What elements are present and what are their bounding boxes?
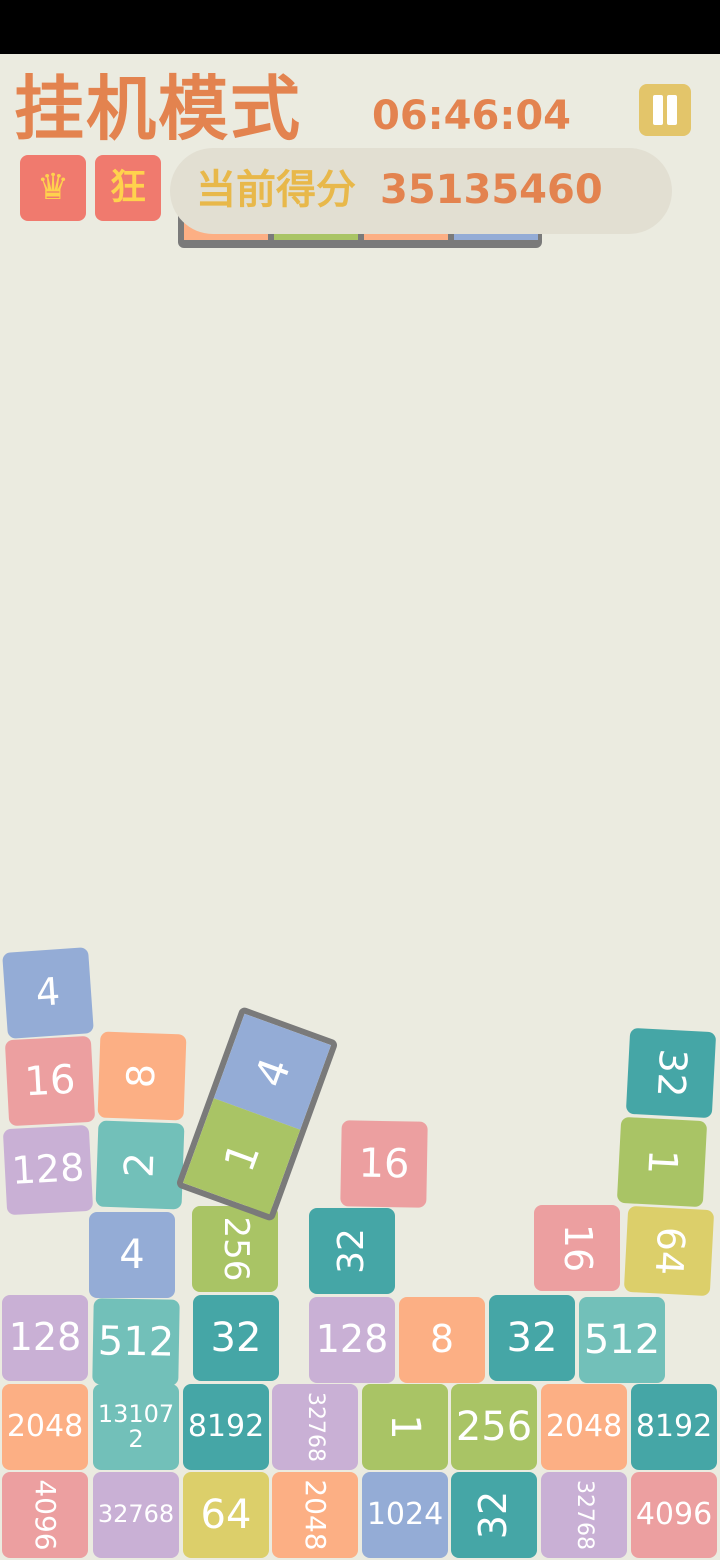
number-tile: 32 [451, 1472, 537, 1558]
tile-value: 8 [429, 1317, 455, 1362]
number-tile: 2048 [272, 1472, 358, 1558]
number-tile: 32768 [541, 1472, 627, 1558]
number-tile: 1024 [362, 1472, 448, 1558]
tile-value: 1 [638, 1148, 686, 1176]
crazy-mode-label: 狂 [109, 167, 146, 208]
number-tile: 4096 [631, 1472, 717, 1558]
tile-value: 512 [583, 1317, 661, 1363]
crazy-mode-badge-button[interactable]: 狂 [95, 155, 161, 221]
tile-value: 32 [210, 1315, 262, 1361]
tile-value: 4096 [635, 1497, 713, 1533]
number-tile: 64 [623, 1205, 715, 1297]
number-tile: 16 [340, 1120, 428, 1208]
number-tile: 32 [193, 1295, 279, 1381]
tile-value: 1 [382, 1414, 428, 1440]
tile-value: 32 [648, 1047, 696, 1099]
tile-value: 16 [555, 1223, 600, 1273]
number-tile: 128 [2, 1124, 94, 1216]
number-tile: 8192 [183, 1384, 269, 1470]
tile-value: 8 [118, 1063, 164, 1089]
crown-badge-button[interactable]: ♛ [20, 155, 86, 221]
number-tile: 32 [625, 1027, 717, 1119]
domino-top-value: 4 [244, 1050, 300, 1093]
number-tile: 512 [579, 1297, 665, 1383]
pause-icon [653, 95, 663, 125]
tile-value: 128 [8, 1315, 82, 1360]
tile-value: 16 [23, 1056, 77, 1106]
tile-value: 4 [34, 969, 62, 1015]
number-tile: 2 [95, 1120, 185, 1210]
tile-value: 2048 [545, 1409, 623, 1445]
crown-icon: ♛ [36, 167, 70, 208]
pause-icon [667, 95, 677, 125]
tile-value: 8192 [635, 1409, 713, 1445]
tile-value: 2 [116, 1151, 164, 1179]
pause-button[interactable] [639, 84, 691, 136]
tile-value: 256 [455, 1404, 533, 1450]
number-tile: 4096 [2, 1472, 88, 1558]
status-bar [0, 0, 720, 54]
domino-bottom-value: 1 [214, 1135, 270, 1178]
tile-value: 2048 [6, 1409, 84, 1445]
number-tile: 4 [89, 1212, 175, 1298]
tile-value: 8192 [187, 1409, 265, 1445]
mode-title: 挂机模式 [14, 68, 302, 150]
number-tile: 128 [2, 1295, 88, 1381]
number-tile: 32 [489, 1295, 575, 1381]
number-tile: 8 [399, 1297, 485, 1383]
number-tile: 2048 [541, 1384, 627, 1470]
number-tile: 512 [92, 1298, 180, 1386]
number-tile: 32 [309, 1208, 395, 1294]
number-tile: 16 [534, 1205, 620, 1291]
tile-value: 1024 [366, 1497, 444, 1533]
number-tile: 128 [309, 1297, 395, 1383]
tile-value: 4 [119, 1232, 145, 1278]
number-tile: 1 [362, 1384, 448, 1470]
tile-value: 32768 [571, 1480, 597, 1550]
number-tile: 32768 [272, 1384, 358, 1470]
score-label: 当前得分 [196, 167, 356, 213]
tile-value: 2048 [298, 1479, 332, 1551]
tile-value: 4096 [28, 1479, 62, 1551]
tile-value: 128 [10, 1145, 86, 1193]
number-tile: 32768 [93, 1472, 179, 1558]
tile-value: 13107 2 [97, 1399, 175, 1453]
score-value: 35135460 [380, 167, 603, 213]
number-tile: 8 [97, 1031, 187, 1121]
number-tile: 16 [4, 1035, 96, 1127]
tile-value: 32768 [302, 1392, 328, 1462]
number-tile: 13107 2 [93, 1384, 179, 1470]
tile-value: 32 [471, 1490, 516, 1540]
tile-value: 32 [506, 1315, 558, 1361]
tile-value: 128 [315, 1317, 389, 1362]
tile-value: 64 [200, 1492, 252, 1538]
tile-value: 256 [215, 1216, 256, 1282]
tile-value: 64 [646, 1225, 694, 1277]
number-tile: 1 [616, 1116, 708, 1208]
number-tile: 8192 [631, 1384, 717, 1470]
number-tile: 4 [2, 947, 94, 1039]
tile-value: 512 [97, 1318, 175, 1366]
number-tile: 256 [451, 1384, 537, 1470]
active-domino-piece[interactable]: 4 1 [175, 1006, 339, 1222]
tile-value: 16 [358, 1140, 410, 1188]
number-tile: 64 [183, 1472, 269, 1558]
number-tile: 2048 [2, 1384, 88, 1470]
tile-value: 32 [331, 1228, 373, 1274]
tile-value: 32768 [97, 1500, 175, 1529]
game-timer: 06:46:04 [372, 93, 571, 139]
